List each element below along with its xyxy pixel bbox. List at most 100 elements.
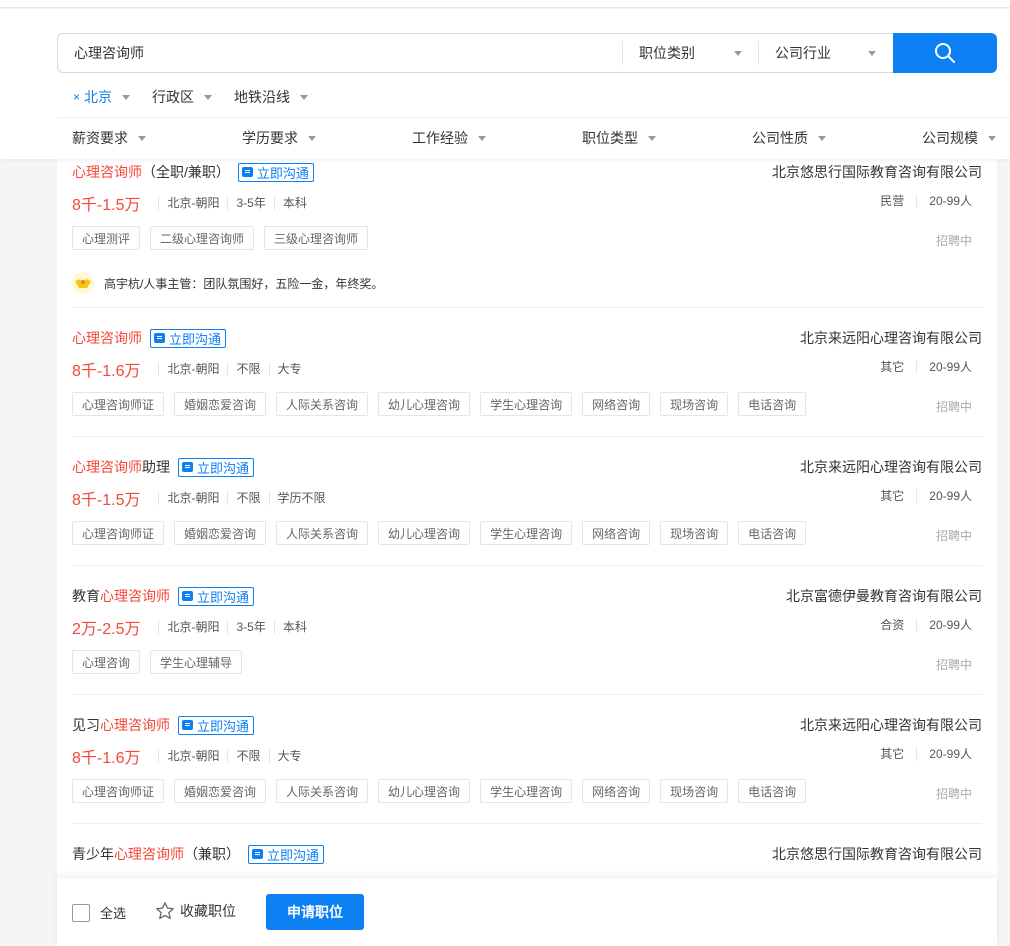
divider — [57, 117, 1010, 118]
company-meta: 合资 20-99人 — [880, 618, 972, 632]
chat-now-button[interactable]: 立即沟通 — [178, 715, 255, 735]
company-name[interactable]: 北京悠思行国际教育咨询有限公司 — [772, 844, 982, 864]
experience: 3-5年 — [227, 196, 273, 210]
location: 北京-朝阳 — [158, 749, 227, 763]
company-type: 民营 — [880, 194, 905, 208]
company-name[interactable]: 北京悠思行国际教育咨询有限公司 — [772, 162, 982, 182]
chat-icon — [241, 167, 253, 177]
divider — [916, 489, 918, 503]
filter-job-type[interactable]: 职位类型 — [582, 128, 656, 148]
chat-now-button[interactable]: 立即沟通 — [248, 844, 325, 864]
job-tag: 三级心理咨询师 — [264, 226, 369, 250]
job-tag: 二级心理咨询师 — [150, 226, 255, 250]
job-title[interactable]: 心理咨询师 助理 立即沟通 — [72, 457, 255, 477]
salary: 8千-1.6万 — [72, 750, 141, 767]
job-meta: 8千-1.6万 北京-朝阳 不限 大专 — [72, 745, 310, 767]
salary: 2万-2.5万 — [72, 621, 141, 638]
city-filter-district[interactable]: 行政区 — [152, 87, 213, 107]
job-category-select[interactable]: 职位类别 — [622, 41, 758, 65]
experience: 不限 — [227, 362, 268, 376]
favorite-label: 收藏职位 — [180, 903, 236, 919]
job-title[interactable]: 青少年 心理咨询师 （兼职） 立即沟通 — [72, 844, 325, 864]
close-icon[interactable]: × — [73, 90, 80, 104]
location: 北京-朝阳 — [158, 491, 227, 505]
company-name[interactable]: 北京来远阳心理咨询有限公司 — [800, 715, 982, 735]
company-meta: 其它 20-99人 — [880, 747, 972, 761]
job-item[interactable]: 心理咨询师 （全职/兼职） 立即沟通 北京悠思行国际教育咨询有限公司 8千-1.… — [72, 162, 982, 302]
select-all-checkbox[interactable]: 全选 — [72, 903, 126, 922]
education: 本科 — [273, 620, 315, 634]
job-tag: 电话咨询 — [738, 392, 807, 416]
job-title[interactable]: 教育 心理咨询师 立即沟通 — [72, 586, 255, 606]
chevron-down-icon — [648, 135, 656, 141]
job-tag: 电话咨询 — [738, 521, 807, 545]
job-title-suffix: （兼职） — [184, 846, 240, 862]
filter-company-size[interactable]: 公司规模 — [922, 128, 996, 148]
chat-icon — [182, 462, 193, 472]
salary: 8千-1.5万 — [72, 197, 141, 214]
job-tag: 幼儿心理咨询 — [378, 521, 471, 545]
job-tag: 学生心理辅导 — [150, 650, 243, 674]
job-title[interactable]: 心理咨询师 立即沟通 — [72, 328, 227, 348]
job-meta: 8千-1.5万 北京-朝阳 3-5年 本科 — [72, 192, 315, 214]
company-name[interactable]: 北京富德伊曼教育咨询有限公司 — [786, 586, 982, 606]
chat-now-button[interactable]: 立即沟通 — [178, 457, 255, 477]
job-tag: 婚姻恋爱咨询 — [174, 779, 267, 803]
job-tags: 心理咨询师证 婚姻恋爱咨询 人际关系咨询 幼儿心理咨询 学生心理咨询 网络咨询 … — [72, 779, 816, 803]
divider — [916, 194, 918, 208]
city-filter-label: 行政区 — [152, 89, 195, 105]
job-item[interactable]: 心理咨询师 立即沟通 北京来远阳心理咨询有限公司 8千-1.6万 北京-朝阳 不… — [72, 328, 982, 428]
company-name[interactable]: 北京来远阳心理咨询有限公司 — [800, 457, 982, 477]
company-name[interactable]: 北京来远阳心理咨询有限公司 — [800, 328, 982, 348]
filter-salary[interactable]: 薪资要求 — [72, 128, 146, 148]
search-button[interactable] — [893, 33, 997, 73]
chat-now-button[interactable]: 立即沟通 — [178, 586, 255, 606]
city-filter-beijing[interactable]: × 北京 — [73, 87, 131, 107]
filter-label: 学历要求 — [242, 130, 298, 146]
status-text: 招聘中 — [935, 400, 972, 414]
job-item[interactable]: 心理咨询师 助理 立即沟通 北京来远阳心理咨询有限公司 8千-1.5万 北京-朝… — [72, 457, 982, 557]
industry-select[interactable]: 公司行业 — [758, 41, 892, 65]
location: 北京-朝阳 — [158, 620, 227, 634]
chat-icon — [182, 591, 193, 601]
job-title-prefix: 教育 — [72, 588, 100, 604]
search-box: 职位类别 公司行业 — [57, 33, 893, 73]
filter-label: 公司规模 — [922, 130, 978, 146]
filter-company-nature[interactable]: 公司性质 — [752, 128, 826, 148]
job-tag: 网络咨询 — [582, 521, 651, 545]
job-item[interactable]: 见习 心理咨询师 立即沟通 北京来远阳心理咨询有限公司 8千-1.6万 北京-朝… — [72, 715, 982, 815]
job-title[interactable]: 心理咨询师 （全职/兼职） 立即沟通 — [72, 162, 314, 182]
experience: 不限 — [227, 749, 268, 763]
search-icon — [935, 43, 955, 63]
job-tag: 学生心理咨询 — [480, 521, 573, 545]
job-tag: 现场咨询 — [660, 392, 729, 416]
search-input[interactable] — [58, 34, 622, 72]
filter-label: 职位类型 — [582, 130, 638, 146]
chat-now-button[interactable]: 立即沟通 — [150, 328, 227, 348]
status-text: 招聘中 — [935, 529, 972, 543]
chat-now-label: 立即沟通 — [197, 589, 250, 605]
apply-job-button[interactable]: 申请职位 — [266, 894, 364, 930]
checkbox-icon[interactable] — [72, 903, 90, 922]
job-list: 心理咨询师 （全职/兼职） 立即沟通 北京悠思行国际教育咨询有限公司 8千-1.… — [57, 159, 997, 946]
experience: 不限 — [227, 491, 268, 505]
job-tags: 心理测评 二级心理咨询师 三级心理咨询师 — [72, 226, 378, 250]
job-tag: 人际关系咨询 — [276, 392, 369, 416]
chevron-down-icon — [868, 50, 876, 56]
favorite-job-button[interactable]: 收藏职位 — [155, 901, 236, 921]
job-tag: 心理测评 — [72, 226, 141, 250]
star-icon — [156, 902, 174, 920]
hr-note-text: 高宇杭/人事主管：团队氛围好，五险一金，年终奖。 — [104, 276, 384, 291]
city-filter-subway[interactable]: 地铁沿线 — [234, 87, 309, 107]
job-title-keyword: 心理咨询师 — [114, 846, 184, 862]
job-tags: 心理咨询师证 婚姻恋爱咨询 人际关系咨询 幼儿心理咨询 学生心理咨询 网络咨询 … — [72, 521, 816, 545]
filter-education[interactable]: 学历要求 — [242, 128, 316, 148]
education: 大专 — [268, 749, 310, 763]
job-tag: 幼儿心理咨询 — [378, 779, 471, 803]
chat-now-button[interactable]: 立即沟通 — [237, 162, 314, 182]
job-title[interactable]: 见习 心理咨询师 立即沟通 — [72, 715, 255, 735]
job-title-prefix: 见习 — [72, 717, 100, 733]
job-tags: 心理咨询 学生心理辅导 — [72, 650, 252, 674]
job-item[interactable]: 教育 心理咨询师 立即沟通 北京富德伊曼教育咨询有限公司 2万-2.5万 北京-… — [72, 586, 982, 686]
filter-experience[interactable]: 工作经验 — [412, 128, 486, 148]
